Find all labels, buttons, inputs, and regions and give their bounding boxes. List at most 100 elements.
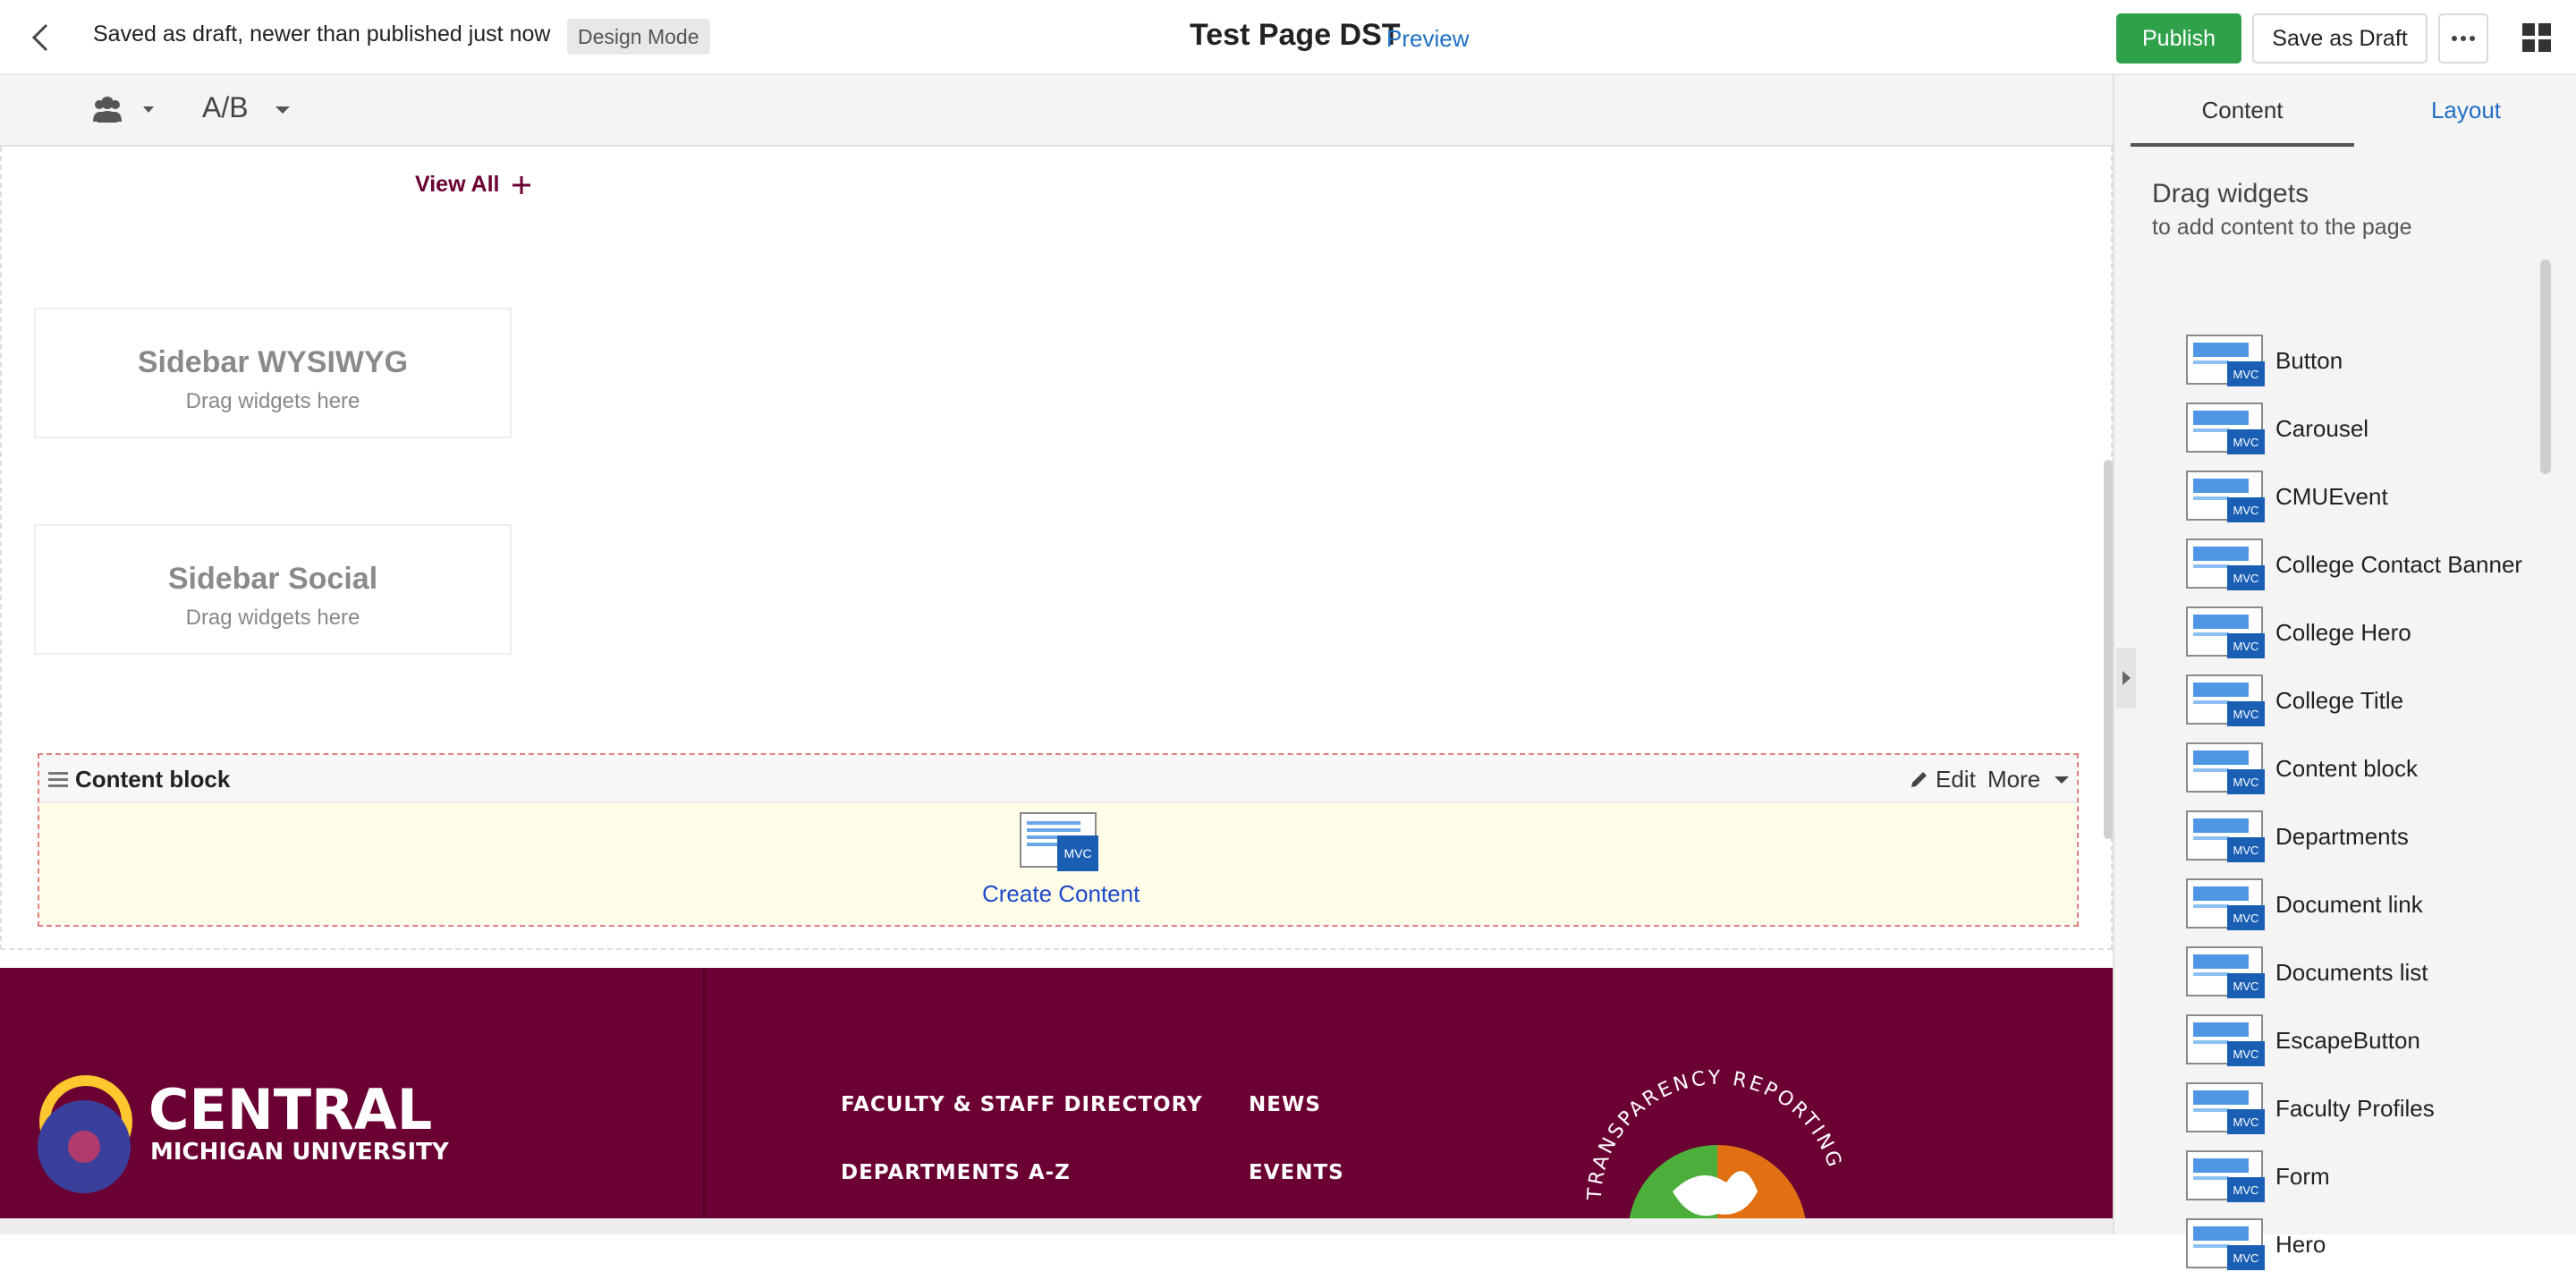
widget-mvc-icon: MVC	[2186, 538, 2265, 590]
transparency-reporting-badge[interactable]: TRANSPARENCY REPORTING	[1574, 1057, 1860, 1234]
widget-label: EscapeButton	[2275, 1027, 2420, 1054]
widget-item[interactable]: MVC Documents list	[2186, 946, 2562, 1000]
drag-handle-icon[interactable]	[48, 769, 68, 789]
plus-icon	[513, 176, 531, 195]
page-title: Test Page DST	[1190, 18, 1401, 52]
footer-link-events[interactable]: EVENTS	[1249, 1161, 1344, 1184]
view-all-link[interactable]: View All	[415, 172, 532, 198]
mvc-badge-text: MVC	[2233, 572, 2259, 585]
ab-label: A/B	[202, 91, 249, 123]
widget-mvc-icon: MVC	[2186, 674, 2265, 726]
content-block-widget-icon: MVC	[1020, 812, 1098, 871]
view-all-label: View All	[415, 172, 500, 197]
widget-label: Document link	[2275, 891, 2423, 918]
users-icon	[93, 97, 154, 123]
mvc-badge-text: MVC	[2233, 1251, 2259, 1265]
widget-label: Documents list	[2275, 959, 2428, 986]
widget-mvc-icon: MVC	[2186, 946, 2265, 998]
widget-label: College Contact Banner	[2275, 551, 2523, 578]
widget-mvc-icon: MVC	[2186, 742, 2265, 794]
widget-label: Form	[2275, 1163, 2330, 1190]
top-bar: Saved as draft, newer than published jus…	[0, 0, 2576, 75]
page-canvas: View All Sidebar WYSIWYG Drag widgets he…	[0, 147, 2113, 1234]
design-mode-badge: Design Mode	[567, 19, 710, 55]
horizontal-scrollbar-track[interactable]	[0, 1218, 2113, 1234]
preview-link[interactable]: Preview	[1386, 25, 1469, 53]
widget-label: Faculty Profiles	[2275, 1095, 2435, 1122]
canvas-scrollbar[interactable]	[2104, 460, 2113, 839]
footer-link-departments[interactable]: DEPARTMENTS A-Z	[841, 1161, 1071, 1184]
mvc-badge-text: MVC	[2233, 776, 2259, 789]
widget-mvc-icon: MVC	[2186, 471, 2265, 522]
page-editable-area: View All Sidebar WYSIWYG Drag widgets he…	[0, 147, 2113, 950]
widget-item[interactable]: MVC Departments	[2186, 810, 2562, 864]
mvc-badge-text: MVC	[2233, 504, 2259, 517]
widget-label: Hero	[2275, 1231, 2326, 1258]
chevron-left-icon	[31, 23, 48, 52]
dropzone-title: Sidebar Social	[167, 562, 378, 596]
back-button[interactable]	[21, 18, 61, 57]
mvc-badge-text: MVC	[2233, 912, 2259, 925]
widget-item[interactable]: MVC College Contact Banner	[2186, 538, 2562, 592]
publish-button[interactable]: Publish	[2116, 13, 2241, 64]
mvc-badge-text: MVC	[2233, 368, 2259, 381]
footer-link-news[interactable]: NEWS	[1249, 1093, 1321, 1116]
widget-item[interactable]: MVC Faculty Profiles	[2186, 1082, 2562, 1136]
tab-content[interactable]: Content	[2131, 75, 2354, 147]
mvc-badge-text: MVC	[2233, 640, 2259, 653]
widget-mvc-icon: MVC	[2186, 1082, 2265, 1134]
dropzone-hint: Drag widgets here	[185, 389, 360, 413]
panel-scrollbar[interactable]	[2540, 259, 2551, 474]
caret-down-icon	[275, 106, 291, 114]
widget-item[interactable]: MVC College Hero	[2186, 606, 2562, 660]
widget-item[interactable]: MVC CMUEvent	[2186, 471, 2562, 524]
create-content-link[interactable]: Create Content	[982, 880, 1140, 908]
widget-edit-button[interactable]: Edit	[1909, 766, 1976, 793]
widget-mvc-icon: MVC	[2186, 335, 2265, 386]
avatar-dot	[68, 1131, 100, 1163]
widget-item[interactable]: MVC EscapeButton	[2186, 1014, 2562, 1068]
tab-layout[interactable]: Layout	[2354, 75, 2576, 147]
widget-item[interactable]: MVC Hero	[2186, 1218, 2562, 1272]
widget-more-dropdown[interactable]: More	[1987, 766, 2072, 793]
apps-grid-button[interactable]	[2519, 20, 2555, 55]
widget-item[interactable]: MVC Button	[2186, 335, 2562, 388]
widget-item[interactable]: MVC College Title	[2186, 674, 2562, 728]
grid-icon	[2522, 23, 2551, 52]
widget-title: Content block	[75, 766, 231, 793]
sidebar-wysiwyg-dropzone[interactable]: Sidebar WYSIWYG Drag widgets here	[34, 308, 512, 438]
mvc-badge-text: MVC	[2233, 436, 2259, 449]
svg-text:MICHIGAN UNIVERSITY: MICHIGAN UNIVERSITY	[150, 1139, 450, 1166]
pencil-icon	[1911, 772, 1927, 787]
ab-test-dropdown[interactable]: A/B	[202, 91, 293, 131]
personalization-dropdown[interactable]	[89, 95, 163, 127]
widget-mvc-icon: MVC	[2186, 1014, 2265, 1066]
panel-collapse-handle[interactable]	[2116, 648, 2136, 708]
edit-label: Edit	[1936, 766, 1976, 793]
panel-heading: Drag widgets	[2152, 179, 2309, 208]
chat-avatar-button[interactable]	[38, 1100, 131, 1193]
mvc-badge-text: MVC	[2233, 979, 2259, 993]
widget-item[interactable]: MVC Content block	[2186, 742, 2562, 796]
widget-header: Content block Edit More	[39, 755, 2077, 803]
widget-item[interactable]: MVC Form	[2186, 1150, 2562, 1204]
content-block-widget[interactable]: Content block Edit More MVC Create Conte…	[38, 753, 2079, 927]
mvc-badge-text: MVC	[2233, 1115, 2259, 1129]
widget-item[interactable]: MVC Carousel	[2186, 403, 2562, 456]
caret-right-icon	[2123, 671, 2131, 685]
mvc-badge-text: MVC	[2233, 844, 2259, 857]
panel-subheading: to add content to the page	[2152, 215, 2412, 240]
caret-down-icon	[2055, 776, 2070, 784]
save-as-draft-button[interactable]: Save as Draft	[2252, 13, 2428, 64]
dropzone-title: Sidebar WYSIWYG	[137, 345, 409, 379]
footer-link-directory[interactable]: FACULTY & STAFF DIRECTORY	[841, 1093, 1203, 1116]
mvc-badge-text: MVC	[2233, 1047, 2259, 1061]
site-footer: CENTRAL MICHIGAN UNIVERSITY FACULTY & ST…	[0, 968, 2113, 1234]
svg-text:CENTRAL: CENTRAL	[148, 1077, 432, 1142]
widget-item[interactable]: MVC Document link	[2186, 878, 2562, 932]
mvc-badge-text: MVC	[2233, 1183, 2259, 1197]
widget-label: Carousel	[2275, 415, 2369, 442]
widget-mvc-icon: MVC	[2186, 810, 2265, 862]
more-actions-button[interactable]	[2438, 13, 2488, 64]
sidebar-social-dropzone[interactable]: Sidebar Social Drag widgets here	[34, 524, 512, 655]
